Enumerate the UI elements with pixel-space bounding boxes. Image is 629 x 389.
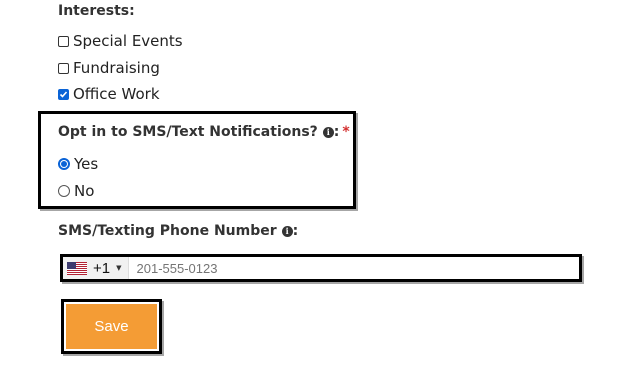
checkbox-label: Fundraising bbox=[73, 59, 160, 77]
dial-code: +1 bbox=[93, 259, 111, 277]
sms-opt-in-question: Opt in to SMS/Text Notifications? i : * bbox=[58, 124, 350, 140]
save-button[interactable]: Save bbox=[66, 304, 157, 349]
save-button-highlight: Save bbox=[61, 299, 162, 354]
phone-input[interactable] bbox=[128, 259, 439, 277]
checkbox-label: Special Events bbox=[73, 32, 183, 50]
radio-label: Yes bbox=[74, 155, 99, 173]
required-marker: * bbox=[342, 124, 350, 140]
radio-icon[interactable] bbox=[58, 158, 70, 170]
radio-yes[interactable]: Yes bbox=[58, 155, 98, 173]
phone-question: SMS/Texting Phone Number i : bbox=[58, 223, 298, 239]
checkbox-icon[interactable] bbox=[58, 62, 69, 74]
interests-label: Interests: bbox=[58, 3, 135, 19]
radio-no[interactable]: No bbox=[58, 182, 94, 200]
sms-opt-in-label: Opt in to SMS/Text Notifications? bbox=[58, 124, 318, 140]
phone-field: +1 ▼ bbox=[60, 254, 582, 282]
checkbox-office-work[interactable]: Office Work bbox=[58, 85, 160, 103]
checkbox-icon[interactable] bbox=[58, 88, 69, 100]
radio-label: No bbox=[74, 182, 95, 200]
info-icon[interactable]: i bbox=[281, 225, 293, 237]
checkbox-icon[interactable] bbox=[58, 35, 69, 47]
label-colon: : bbox=[333, 124, 340, 140]
checkbox-label: Office Work bbox=[73, 85, 160, 103]
radio-icon[interactable] bbox=[58, 185, 70, 197]
phone-label: SMS/Texting Phone Number bbox=[58, 223, 277, 239]
info-icon[interactable]: i bbox=[322, 126, 334, 138]
label-colon: : bbox=[292, 223, 299, 239]
us-flag-icon bbox=[67, 261, 87, 275]
checkbox-special-events[interactable]: Special Events bbox=[58, 32, 183, 50]
country-selector[interactable]: +1 ▼ bbox=[63, 257, 129, 279]
checkbox-fundraising[interactable]: Fundraising bbox=[58, 59, 160, 77]
chevron-down-icon: ▼ bbox=[116, 264, 122, 272]
